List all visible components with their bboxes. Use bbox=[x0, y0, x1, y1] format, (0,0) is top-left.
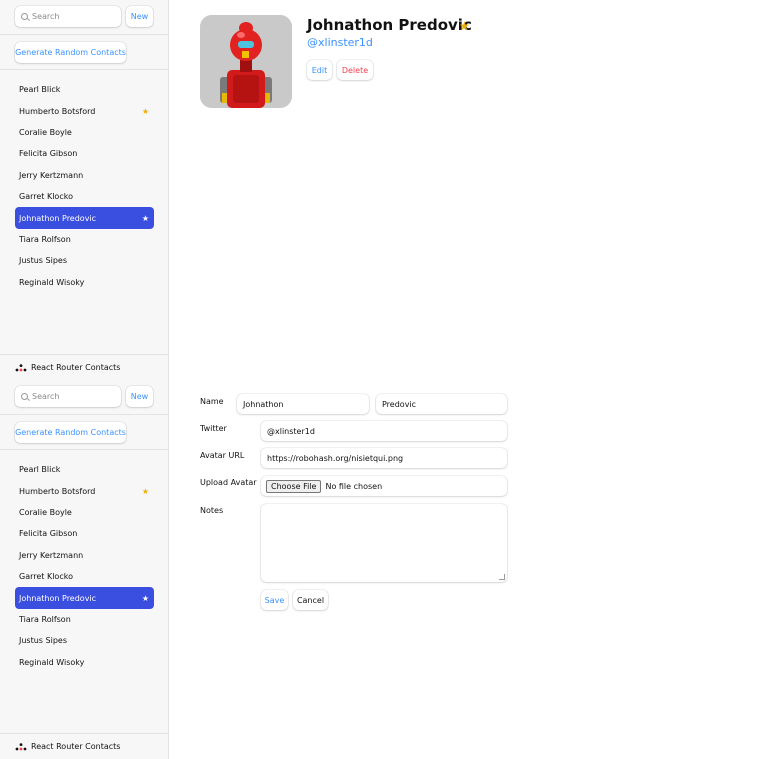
search-input[interactable]: Search bbox=[15, 386, 121, 407]
save-button[interactable]: Save bbox=[261, 590, 288, 610]
contact-list-name: Reginald Wisoky bbox=[19, 657, 85, 667]
avatar-url-label: Avatar URL bbox=[200, 451, 245, 460]
new-contact-button[interactable]: New bbox=[126, 6, 153, 27]
contact-list-name: Humberto Botsford bbox=[19, 486, 96, 496]
contact-list-name: Felicita Gibson bbox=[19, 149, 78, 159]
contact-avatar bbox=[200, 15, 292, 108]
contact-list-name: Garret Klocko bbox=[19, 192, 73, 202]
twitter-field[interactable]: @xlinster1d bbox=[261, 421, 507, 441]
contact-list-item[interactable]: Humberto Botsford ★ bbox=[15, 480, 154, 501]
avatar-url-field[interactable]: https://robohash.org/nisietqui.png bbox=[261, 448, 507, 468]
contact-list-name: Pearl Blick bbox=[19, 465, 61, 475]
generate-contacts-button[interactable]: Generate Random Contacts bbox=[15, 422, 126, 443]
cancel-button[interactable]: Cancel bbox=[293, 590, 328, 610]
contact-list-item[interactable]: Justus Sipes bbox=[15, 630, 154, 651]
favorite-star-icon[interactable]: ★ bbox=[459, 19, 470, 33]
upload-avatar-label: Upload Avatar bbox=[200, 478, 257, 487]
notes-textarea[interactable] bbox=[261, 504, 507, 582]
favorite-star-icon: ★ bbox=[141, 213, 149, 223]
upload-avatar-field: Choose File No file chosen bbox=[261, 476, 507, 496]
contact-list-item[interactable]: Garret Klocko bbox=[15, 186, 154, 207]
contact-name: Johnathon Predovic bbox=[307, 16, 472, 34]
search-row: Search New bbox=[0, 380, 168, 415]
contact-list-item[interactable]: Johnathon Predovic ★ bbox=[15, 587, 154, 609]
react-router-logo-icon bbox=[15, 363, 27, 371]
contact-list-item[interactable]: Garret Klocko bbox=[15, 566, 154, 587]
contact-list-item[interactable]: Pearl Blick bbox=[15, 79, 154, 100]
contact-list-name: Johnathon Predovic bbox=[19, 213, 97, 223]
contact-list-item[interactable]: Johnathon Predovic ★ bbox=[15, 207, 154, 229]
last-name-field[interactable]: Predovic bbox=[376, 394, 507, 414]
contact-list-name: Pearl Blick bbox=[19, 85, 61, 95]
favorite-star-icon: ★ bbox=[141, 593, 149, 603]
contact-list-item[interactable]: Justus Sipes bbox=[15, 250, 154, 271]
sidebar: Search New Generate Random Contacts Pear… bbox=[0, 0, 169, 380]
contact-list-item[interactable]: Jerry Kertzmann bbox=[15, 545, 154, 566]
contact-list-name: Johnathon Predovic bbox=[19, 593, 97, 603]
contact-list-item[interactable]: Felicita Gibson bbox=[15, 143, 154, 164]
contact-list-name: Justus Sipes bbox=[19, 636, 67, 646]
contact-list-item[interactable]: Felicita Gibson bbox=[15, 523, 154, 544]
contact-list-name: Tiara Rolfson bbox=[19, 614, 71, 624]
name-label: Name bbox=[200, 397, 224, 406]
search-row: Search New bbox=[0, 0, 168, 35]
contact-list-item[interactable]: Reginald Wisoky bbox=[15, 652, 154, 673]
contact-list-item[interactable]: Pearl Blick bbox=[15, 459, 154, 480]
contact-list-item[interactable]: Coralie Boyle bbox=[15, 502, 154, 523]
search-icon bbox=[21, 393, 28, 400]
brand-footer: React Router Contacts bbox=[0, 733, 168, 759]
contact-list-name: Coralie Boyle bbox=[19, 127, 72, 137]
no-file-text: No file chosen bbox=[325, 481, 383, 491]
search-input[interactable]: Search bbox=[15, 6, 121, 27]
contact-list-name: Tiara Rolfson bbox=[19, 234, 71, 244]
brand-footer: React Router Contacts bbox=[0, 354, 168, 380]
favorite-star-icon: ★ bbox=[141, 486, 149, 496]
react-router-logo-icon bbox=[15, 742, 27, 750]
generate-contacts-button[interactable]: Generate Random Contacts bbox=[15, 42, 126, 63]
contact-list-item[interactable]: Tiara Rolfson bbox=[15, 609, 154, 630]
contact-list-name: Felicita Gibson bbox=[19, 529, 78, 539]
favorite-star-icon: ★ bbox=[141, 106, 149, 116]
contact-list-item[interactable]: Coralie Boyle bbox=[15, 122, 154, 143]
generate-row: Generate Random Contacts bbox=[0, 35, 168, 70]
first-name-field[interactable]: Johnathon bbox=[237, 394, 369, 414]
robot-avatar-image bbox=[200, 15, 292, 108]
edit-button[interactable]: Edit bbox=[307, 60, 332, 80]
delete-button[interactable]: Delete bbox=[337, 60, 373, 80]
contact-list-name: Jerry Kertzmann bbox=[19, 170, 84, 180]
notes-label: Notes bbox=[200, 506, 224, 515]
choose-file-button[interactable]: Choose File bbox=[266, 479, 322, 493]
contact-list-item[interactable]: Reginald Wisoky bbox=[15, 272, 154, 293]
contact-list-name: Reginald Wisoky bbox=[19, 277, 85, 287]
contact-list: Pearl Blick Humberto Botsford ★ Coralie Boy… bbox=[15, 79, 154, 293]
search-placeholder: Search bbox=[32, 392, 60, 401]
search-icon bbox=[21, 13, 28, 20]
brand-label: React Router Contacts bbox=[31, 363, 121, 372]
contact-list-item[interactable]: Humberto Botsford ★ bbox=[15, 100, 154, 121]
brand-label: React Router Contacts bbox=[31, 742, 121, 751]
contact-list: Pearl Blick Humberto Botsford ★ Coralie Boy… bbox=[15, 459, 154, 673]
contact-list-item[interactable]: Tiara Rolfson bbox=[15, 229, 154, 250]
new-contact-button[interactable]: New bbox=[126, 386, 153, 407]
contact-list-name: Humberto Botsford bbox=[19, 106, 96, 116]
search-placeholder: Search bbox=[32, 12, 60, 21]
contact-list-name: Justus Sipes bbox=[19, 256, 67, 266]
twitter-link[interactable]: @xlinster1d bbox=[307, 36, 373, 49]
contact-list-item[interactable]: Jerry Kertzmann bbox=[15, 165, 154, 186]
contact-list-name: Coralie Boyle bbox=[19, 507, 72, 517]
twitter-label: Twitter bbox=[200, 424, 227, 433]
contact-list-name: Jerry Kertzmann bbox=[19, 550, 84, 560]
resize-handle-icon[interactable] bbox=[499, 574, 505, 580]
contact-list-name: Garret Klocko bbox=[19, 572, 73, 582]
generate-row: Generate Random Contacts bbox=[0, 415, 168, 450]
sidebar-secondary: Search New Generate Random Contacts Pear… bbox=[0, 380, 169, 759]
